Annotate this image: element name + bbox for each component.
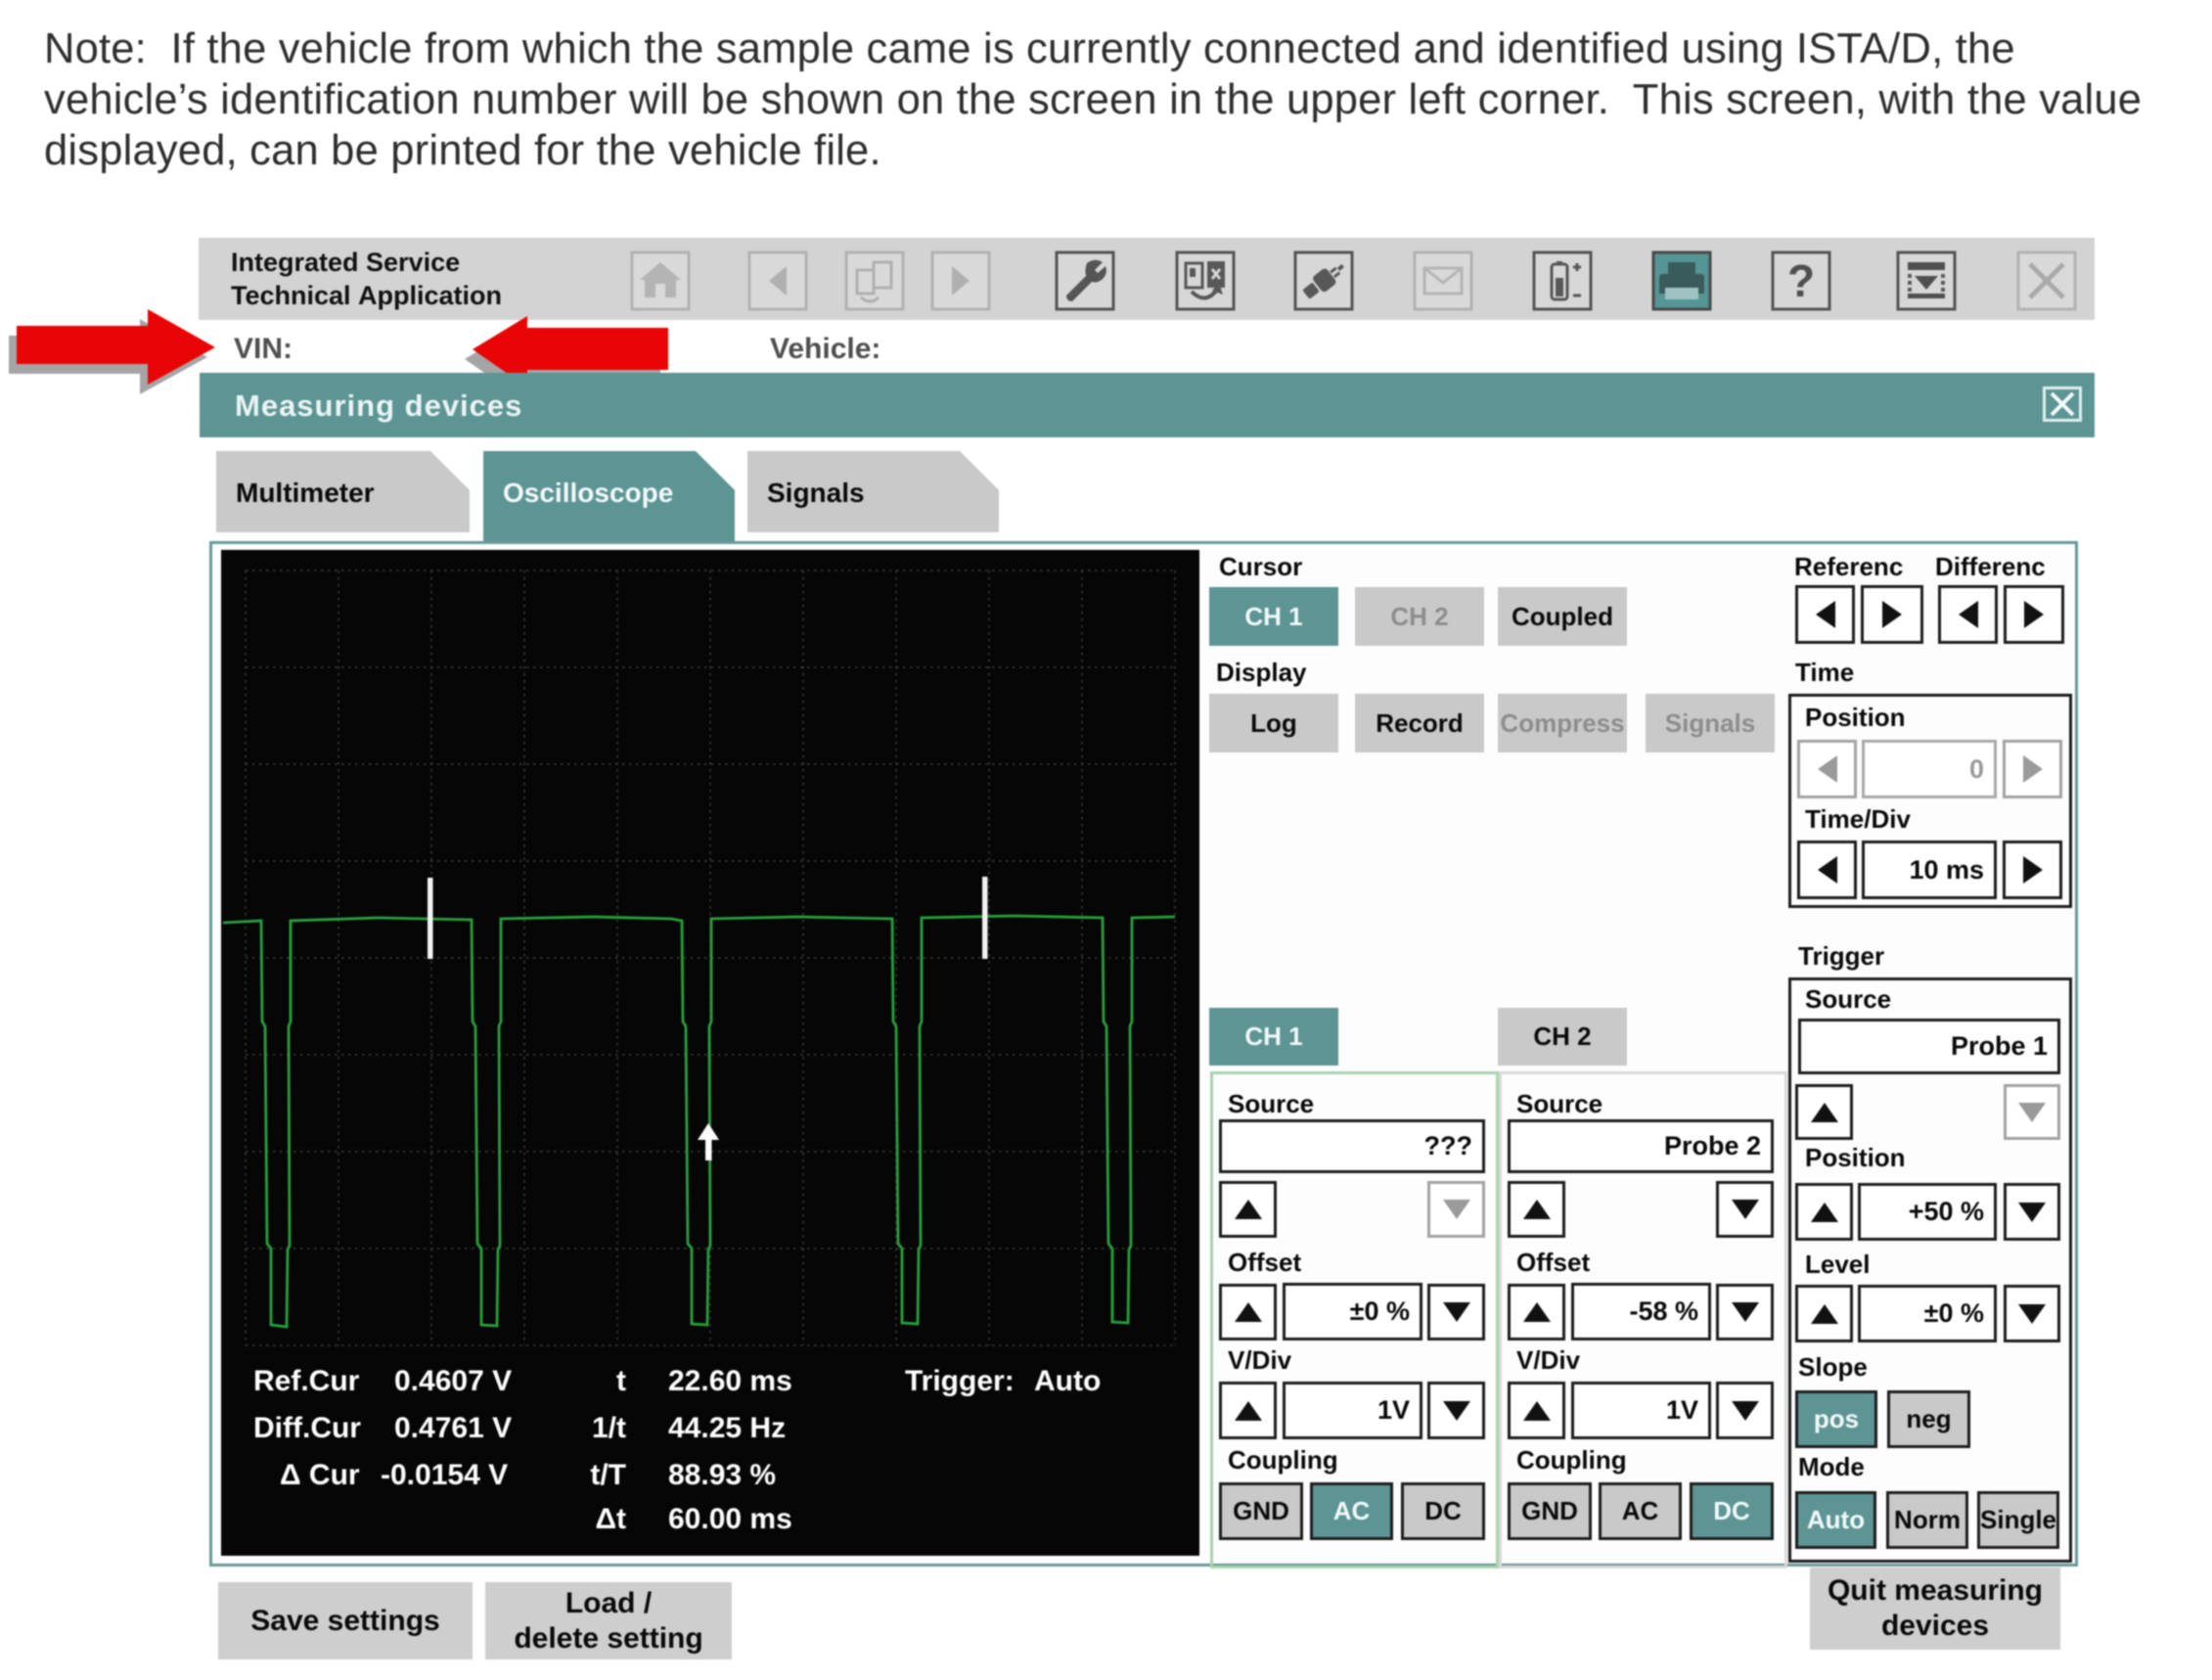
svg-text:Trigger:: Trigger:	[905, 1365, 1015, 1397]
svg-text:Δ Cur: Δ Cur	[280, 1459, 360, 1491]
svg-text:Δt: Δt	[595, 1503, 626, 1535]
svg-text:0.4761 V: 0.4761 V	[394, 1412, 512, 1444]
svg-text:t: t	[616, 1365, 626, 1397]
svg-text:1/t: 1/t	[592, 1412, 626, 1444]
svg-text:44.25 Hz: 44.25 Hz	[668, 1412, 786, 1444]
svg-text:-0.0154 V: -0.0154 V	[381, 1459, 508, 1491]
svg-text:22.60 ms: 22.60 ms	[668, 1365, 792, 1397]
svg-text:60.00 ms: 60.00 ms	[668, 1503, 792, 1535]
svg-text:Auto: Auto	[1034, 1365, 1101, 1397]
svg-text:Diff.Cur: Diff.Cur	[253, 1412, 361, 1444]
svg-text:0.4607 V: 0.4607 V	[394, 1365, 512, 1397]
svg-text:t/T: t/T	[590, 1459, 626, 1491]
svg-text:Ref.Cur: Ref.Cur	[253, 1365, 360, 1397]
svg-text:88.93 %: 88.93 %	[668, 1459, 776, 1491]
svg-text:?: ?	[1787, 255, 1815, 306]
